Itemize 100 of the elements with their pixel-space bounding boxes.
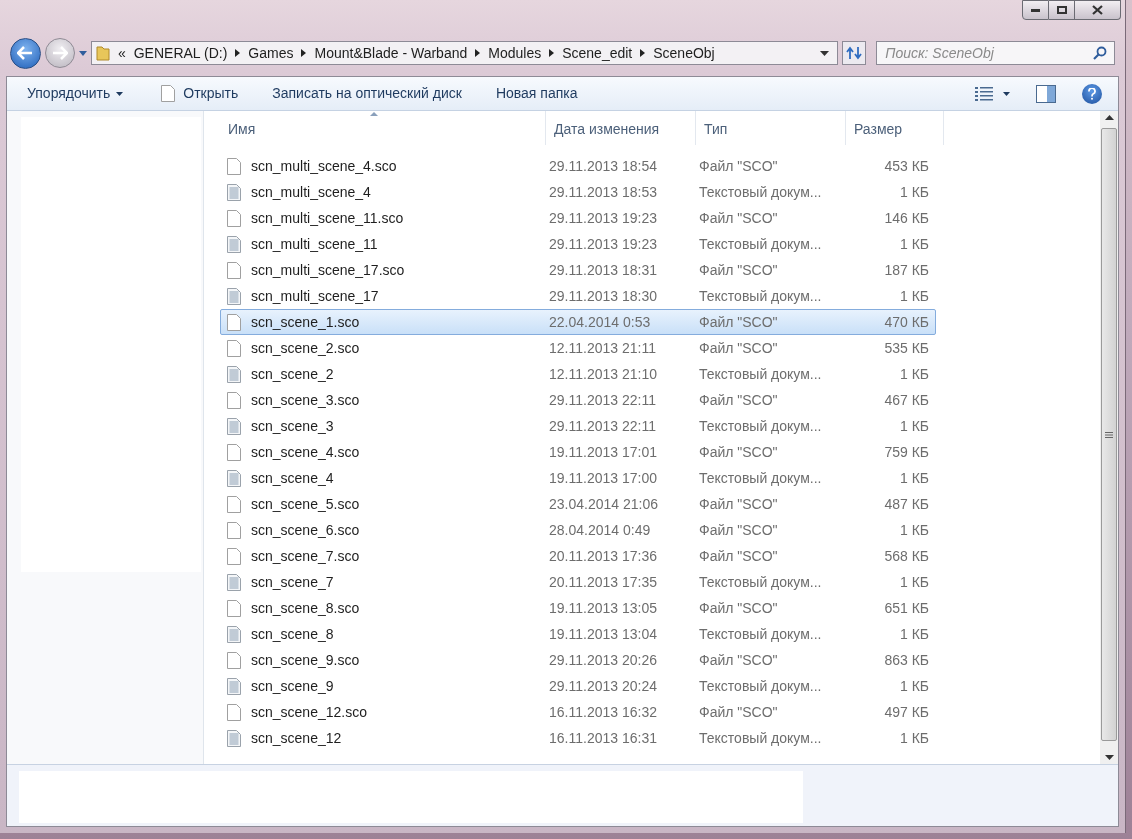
file-row[interactable]: scn_scene_2.sco 12.11.2013 21:11 Файл "SCO" 535 КБ — [220, 335, 936, 361]
file-row[interactable]: scn_scene_9 29.11.2013 20:24 Текстовый докум... 1 КБ — [220, 673, 936, 699]
blank-file-icon — [227, 391, 241, 409]
file-row[interactable]: scn_multi_scene_17 29.11.2013 18:30 Текстовый докум... 1 КБ — [220, 283, 936, 309]
file-row[interactable]: scn_scene_8 19.11.2013 13:04 Текстовый докум... 1 КБ — [220, 621, 936, 647]
column-header[interactable]: Размер — [846, 111, 944, 145]
blank-file-icon — [227, 209, 241, 227]
scroll-down-icon[interactable] — [1104, 755, 1114, 760]
type-cell-text: Текстовый докум... — [698, 286, 823, 306]
dropdown-caret-icon[interactable] — [820, 50, 830, 56]
file-row[interactable]: scn_multi_scene_4 29.11.2013 18:53 Текстовый докум... 1 КБ — [220, 179, 936, 205]
preview-pane-button[interactable] — [1036, 84, 1056, 103]
refresh-button[interactable] — [842, 41, 867, 65]
size-cell-text: 1 КБ — [898, 182, 929, 202]
file-row[interactable]: scn_scene_12 16.11.2013 16:31 Текстовый докум... 1 КБ — [220, 725, 936, 751]
breadcrumb[interactable]: GENERAL (D:) — [133, 42, 228, 64]
type-cell-text: Текстовый докум... — [698, 364, 823, 384]
file-row[interactable]: scn_scene_3 29.11.2013 22:11 Текстовый докум... 1 КБ — [220, 413, 936, 439]
blank-file-icon — [227, 313, 241, 331]
file-row[interactable]: scn_scene_7 20.11.2013 17:35 Текстовый докум... 1 КБ — [220, 569, 936, 595]
address-bar[interactable]: « GENERAL (D:) Games Mount&Blade - Warband Modules Scene_edit SceneObj — [90, 41, 839, 65]
size-cell-text: 1 КБ — [898, 572, 929, 592]
file-row[interactable]: scn_scene_9.sco 29.11.2013 20:26 Файл "SCO" 863 КБ — [220, 647, 936, 673]
blank-file-icon — [227, 521, 241, 539]
chevron-right-icon[interactable] — [301, 49, 307, 57]
column-header[interactable]: Имя — [220, 111, 546, 145]
file-name: scn_multi_scene_11 — [251, 234, 378, 254]
scroll-up-icon[interactable] — [1104, 115, 1114, 120]
chevron-right-icon[interactable] — [235, 49, 241, 57]
date-cell-text: 29.11.2013 22:11 — [548, 416, 657, 436]
size-cell-text: 535 КБ — [883, 338, 929, 358]
grip-icon — [1105, 431, 1113, 438]
file-row[interactable]: scn_scene_3.sco 29.11.2013 22:11 Файл "SCO" 467 КБ — [220, 387, 936, 413]
close-icon — [1092, 5, 1103, 15]
file-row[interactable]: scn_scene_8.sco 19.11.2013 13:05 Файл "SCO" 651 КБ — [220, 595, 936, 621]
date-cell-text: 12.11.2013 21:10 — [548, 364, 658, 384]
date-cell-text: 28.04.2014 0:49 — [548, 520, 652, 540]
chevron-right-icon[interactable] — [549, 49, 555, 57]
caret-icon — [1003, 91, 1010, 96]
file-name: scn_multi_scene_17 — [251, 286, 379, 306]
maximize-icon — [1056, 6, 1067, 14]
text-file-icon — [227, 365, 241, 383]
file-row[interactable]: scn_multi_scene_4.sco 29.11.2013 18:54 Файл "SCO" 453 КБ — [220, 153, 936, 179]
size-cell-text: 1 КБ — [898, 468, 929, 488]
breadcrumb[interactable]: Modules — [488, 42, 542, 64]
type-cell-text: Файл "SCO" — [698, 208, 779, 228]
breadcrumb[interactable]: Mount&Blade - Warband — [314, 42, 468, 64]
column-header[interactable]: Тип — [696, 111, 846, 145]
size-cell-text: 863 КБ — [883, 650, 929, 670]
date-cell-text: 16.11.2013 16:31 — [548, 728, 658, 748]
search-field[interactable]: Поиск: SceneObj — [876, 41, 1115, 65]
file-row[interactable]: scn_multi_scene_11.sco 29.11.2013 19:23 Файл "SCO" 146 КБ — [220, 205, 936, 231]
scroll-thumb[interactable] — [1101, 128, 1117, 741]
column-header[interactable]: Дата изменения — [546, 111, 696, 145]
blank-file-icon — [227, 261, 241, 279]
minimize-button[interactable] — [1022, 0, 1049, 20]
type-cell-text: Текстовый докум... — [698, 676, 823, 696]
file-name: scn_scene_1.sco — [251, 312, 360, 332]
date-cell-text: 19.11.2013 13:04 — [548, 624, 658, 644]
size-cell-text: 1 КБ — [898, 520, 929, 540]
type-cell-text: Текстовый докум... — [698, 624, 823, 644]
address-overflow[interactable]: « — [117, 42, 126, 64]
chevron-right-icon[interactable] — [640, 49, 646, 57]
type-cell-text: Файл "SCO" — [698, 650, 779, 670]
file-name: scn_scene_8.sco — [251, 598, 360, 618]
file-row[interactable]: scn_multi_scene_17.sco 29.11.2013 18:31 Файл "SCO" 187 КБ — [220, 257, 936, 283]
scrollbar[interactable] — [1100, 111, 1118, 764]
file-row[interactable]: scn_scene_6.sco 28.04.2014 0:49 Файл "SCO" 1 КБ — [220, 517, 936, 543]
blank-file-icon — [227, 339, 241, 357]
size-cell-text: 497 КБ — [883, 702, 929, 722]
file-name: scn_scene_2.sco — [251, 338, 360, 358]
date-cell-text: 19.11.2013 13:05 — [548, 598, 658, 618]
breadcrumb[interactable]: SceneObj — [653, 42, 715, 64]
size-cell-text: 453 КБ — [883, 156, 929, 176]
file-name: scn_scene_2 — [251, 364, 334, 384]
file-row[interactable]: scn_scene_1.sco 22.04.2014 0:53 Файл "SCO" 470 КБ — [220, 309, 936, 335]
breadcrumb[interactable]: Games — [248, 42, 294, 64]
toolbar-button[interactable]: Записать на оптический диск — [266, 80, 468, 107]
file-row[interactable]: scn_scene_12.sco 16.11.2013 16:32 Файл "SCO" 497 КБ — [220, 699, 936, 725]
date-cell-text: 20.11.2013 17:35 — [548, 572, 658, 592]
organize-button[interactable]: Упорядочить — [21, 80, 130, 107]
toolbar-button[interactable]: Новая папка — [489, 80, 584, 107]
file-row[interactable]: scn_multi_scene_11 29.11.2013 19:23 Текстовый докум... 1 КБ — [220, 231, 936, 257]
toolbar-button[interactable]: Открыть — [155, 80, 245, 107]
file-name: scn_scene_12 — [251, 728, 342, 748]
file-row[interactable]: scn_scene_7.sco 20.11.2013 17:36 Файл "SCO" 568 КБ — [220, 543, 936, 569]
close-button[interactable] — [1075, 0, 1121, 20]
date-cell-text: 23.04.2014 21:06 — [548, 494, 659, 514]
maximize-button[interactable] — [1049, 0, 1075, 20]
forward-arrow-icon — [51, 46, 68, 60]
file-row[interactable]: scn_scene_2 12.11.2013 21:10 Текстовый докум... 1 КБ — [220, 361, 936, 387]
breadcrumb[interactable]: Scene_edit — [562, 42, 633, 64]
file-row[interactable]: scn_scene_4.sco 19.11.2013 17:01 Файл "SCO" 759 КБ — [220, 439, 936, 465]
help-button[interactable] — [1082, 83, 1102, 104]
type-cell-text: Файл "SCO" — [698, 338, 779, 358]
type-cell-text: Файл "SCO" — [698, 312, 779, 332]
file-row[interactable]: scn_scene_5.sco 23.04.2014 21:06 Файл "SCO" 487 КБ — [220, 491, 936, 517]
chevron-right-icon[interactable] — [475, 49, 481, 57]
back-button[interactable] — [10, 37, 41, 69]
file-row[interactable]: scn_scene_4 19.11.2013 17:00 Текстовый докум... 1 КБ — [220, 465, 936, 491]
